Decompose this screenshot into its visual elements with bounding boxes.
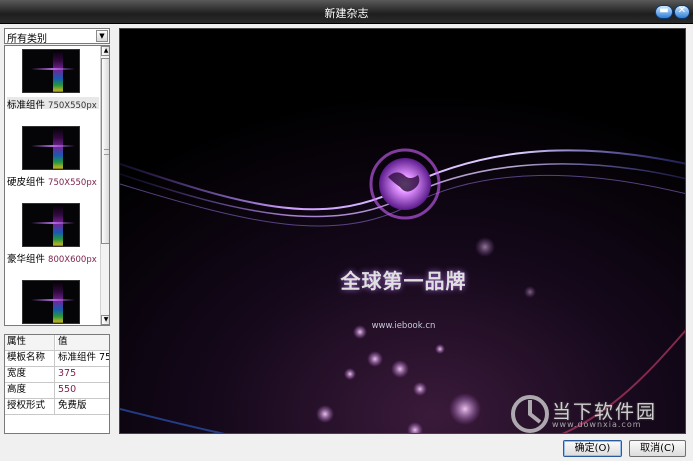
property-value: 375 xyxy=(58,368,77,379)
properties-grid: 属性 值 模板名称 标准组件 750 宽度 375 高度 550 授权形式 免费… xyxy=(4,334,110,434)
template-item-partial[interactable] xyxy=(5,279,99,325)
cancel-button[interactable]: 取消(C) xyxy=(629,440,686,457)
template-size: 800X600px xyxy=(48,255,97,265)
template-label: 硬皮组件 750X550px xyxy=(7,174,99,188)
template-thumbnail xyxy=(22,203,80,247)
window-title: 新建杂志 xyxy=(324,7,369,20)
scrollbar-grip xyxy=(104,149,109,155)
bokeh-dot xyxy=(344,368,356,380)
property-value: 免费版 xyxy=(58,400,87,411)
bokeh-dot xyxy=(475,237,495,257)
close-icon: ✕ xyxy=(677,5,687,16)
template-thumbnail xyxy=(22,49,80,93)
bokeh-dot xyxy=(391,360,409,378)
template-thumbnail xyxy=(22,126,80,170)
template-item-hardcover[interactable]: 硬皮组件 750X550px xyxy=(5,125,99,195)
thumbnail-wave xyxy=(31,299,75,301)
ok-button[interactable]: 确定(O) xyxy=(563,440,622,457)
property-row: 授权形式 免费版 xyxy=(5,399,109,415)
property-key: 授权形式 xyxy=(5,399,55,414)
thumbnail-stripe xyxy=(53,204,63,246)
property-key: 模板名称 xyxy=(5,351,55,366)
template-list[interactable]: 标准组件 750X550px 硬皮组件 750X550px 豪华组件 800X6… xyxy=(4,45,110,326)
scroll-up-button[interactable]: ▲ xyxy=(101,46,109,56)
category-select-value: 所有类别 xyxy=(7,34,47,45)
template-item-luxury[interactable]: 豪华组件 800X600px xyxy=(5,202,99,272)
close-button[interactable]: ✕ xyxy=(674,5,690,19)
template-name: 硬皮组件 xyxy=(7,177,46,188)
template-label: 标准组件 750X550px xyxy=(7,97,99,111)
thumbnail-stripe xyxy=(53,50,63,92)
properties-header-value: 值 xyxy=(56,335,109,350)
watermark-url: www.downxia.com xyxy=(552,420,642,429)
bokeh-dot xyxy=(435,344,445,354)
property-key: 宽度 xyxy=(5,367,55,382)
template-item-standard[interactable]: 标准组件 750X550px xyxy=(5,48,99,118)
bokeh-dot xyxy=(413,382,427,396)
title-bar: 新建杂志 ▬ ✕ xyxy=(0,0,693,24)
properties-header-key: 属性 xyxy=(5,335,55,350)
template-name: 标准组件 xyxy=(7,100,46,111)
minimize-icon: ▬ xyxy=(659,5,669,16)
thumbnail-wave xyxy=(31,145,75,147)
template-name: 豪华组件 xyxy=(7,254,46,265)
scrollbar-thumb[interactable] xyxy=(101,58,109,244)
template-label: 豪华组件 800X600px xyxy=(7,251,99,265)
scroll-down-button[interactable]: ▼ xyxy=(101,315,109,325)
chevron-down-icon[interactable]: ▼ xyxy=(96,30,108,42)
template-size: 750X550px xyxy=(48,178,97,188)
preview-url-text: www.iebook.cn xyxy=(371,321,436,331)
property-row: 宽度 375 xyxy=(5,367,109,383)
category-select[interactable]: 所有类别 ▼ xyxy=(4,28,110,45)
property-value: 550 xyxy=(58,384,77,395)
property-row: 高度 550 xyxy=(5,383,109,399)
bokeh-dot xyxy=(367,351,383,367)
bokeh-dot xyxy=(316,405,334,423)
thumbnail-stripe xyxy=(53,281,63,323)
watermark-logo-icon xyxy=(511,395,549,433)
thumbnail-wave xyxy=(31,222,75,224)
template-preview: 全球第一品牌 www.iebook.cn xyxy=(119,28,686,434)
property-row: 模板名称 标准组件 750 xyxy=(5,351,109,367)
preview-brand-text: 全球第一品牌 xyxy=(340,269,467,293)
template-list-scrollbar[interactable]: ▲ ▼ xyxy=(100,46,109,325)
minimize-button[interactable]: ▬ xyxy=(655,5,673,19)
watermark: 当下软件园 www.downxia.com xyxy=(508,392,688,436)
thumbnail-wave xyxy=(31,68,75,70)
template-thumbnail xyxy=(22,280,80,324)
properties-header-row: 属性 值 xyxy=(5,335,109,351)
property-value: 标准组件 750 xyxy=(58,352,109,363)
template-size: 750X550px xyxy=(48,101,97,111)
preview-artwork xyxy=(120,29,685,433)
property-key: 高度 xyxy=(5,383,55,398)
bokeh-dot xyxy=(449,393,481,425)
thumbnail-stripe xyxy=(53,127,63,169)
